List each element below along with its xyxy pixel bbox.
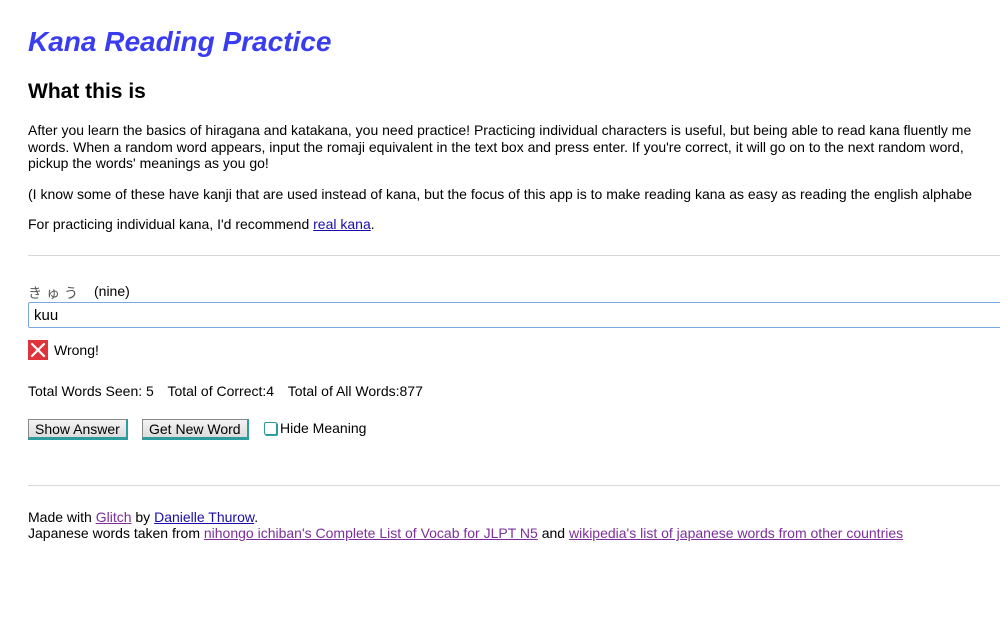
- taken-from-text: Japanese words taken from: [28, 525, 204, 541]
- recommend-period: .: [370, 216, 375, 232]
- stat-words-seen: Total Words Seen: 5: [28, 383, 154, 399]
- about-paragraph-1: After you learn the basics of hiragana a…: [28, 122, 971, 172]
- show-answer-button[interactable]: Show Answer: [28, 419, 128, 440]
- jlpt-source-link[interactable]: nihongo ichiban's Complete List of Vocab…: [204, 525, 538, 541]
- divider-bottom: [28, 485, 1000, 486]
- about-paragraph-3: For practicing individual kana, I'd reco…: [28, 216, 375, 233]
- hide-meaning-checkbox[interactable]: [264, 421, 277, 435]
- footer: Made with Glitch by Danielle Thurow. Jap…: [28, 509, 903, 541]
- glitch-link[interactable]: Glitch: [96, 509, 132, 525]
- page-title: Kana Reading Practice: [28, 26, 332, 57]
- by-text: by: [131, 509, 155, 525]
- word-kana: きゅう: [28, 285, 82, 301]
- stats-line: Total Words Seen: 5 Total of Correct:4 T…: [28, 383, 433, 399]
- result-status: Wrong!: [28, 340, 99, 360]
- real-kana-link[interactable]: real kana: [313, 216, 371, 232]
- footer-sources: Japanese words taken from nihongo ichiba…: [28, 525, 903, 541]
- get-new-word-button[interactable]: Get New Word: [142, 419, 249, 440]
- divider-top: [28, 255, 1000, 256]
- footer-credits: Made with Glitch by Danielle Thurow.: [28, 509, 903, 525]
- made-with-text: Made with: [28, 509, 96, 525]
- hide-meaning-toggle[interactable]: Hide Meaning: [264, 420, 366, 436]
- about-line-3: pickup the words' meanings as you go!: [28, 155, 269, 171]
- result-text: Wrong!: [54, 342, 99, 358]
- about-line-1: After you learn the basics of hiragana a…: [28, 122, 972, 138]
- about-line-2: words. When a random word appears, input…: [28, 138, 964, 155]
- about-heading: What this is: [28, 80, 146, 103]
- hide-meaning-label: Hide Meaning: [280, 420, 367, 436]
- about-paragraph-2: (I know some of these have kanji that ar…: [28, 186, 973, 202]
- answer-input[interactable]: [28, 302, 1000, 328]
- word-meaning: (nine): [94, 283, 130, 299]
- stat-correct: Total of Correct:4: [167, 383, 275, 399]
- author-link[interactable]: Danielle Thurow: [154, 509, 254, 525]
- x-mark-icon: [28, 340, 48, 360]
- recommend-text: For practicing individual kana, I'd reco…: [28, 216, 314, 232]
- and-text: and: [537, 525, 569, 541]
- stat-all-words: Total of All Words:877: [287, 383, 423, 399]
- wikipedia-source-link[interactable]: wikipedia's list of japanese words from …: [569, 525, 903, 541]
- credits-period: .: [254, 509, 259, 525]
